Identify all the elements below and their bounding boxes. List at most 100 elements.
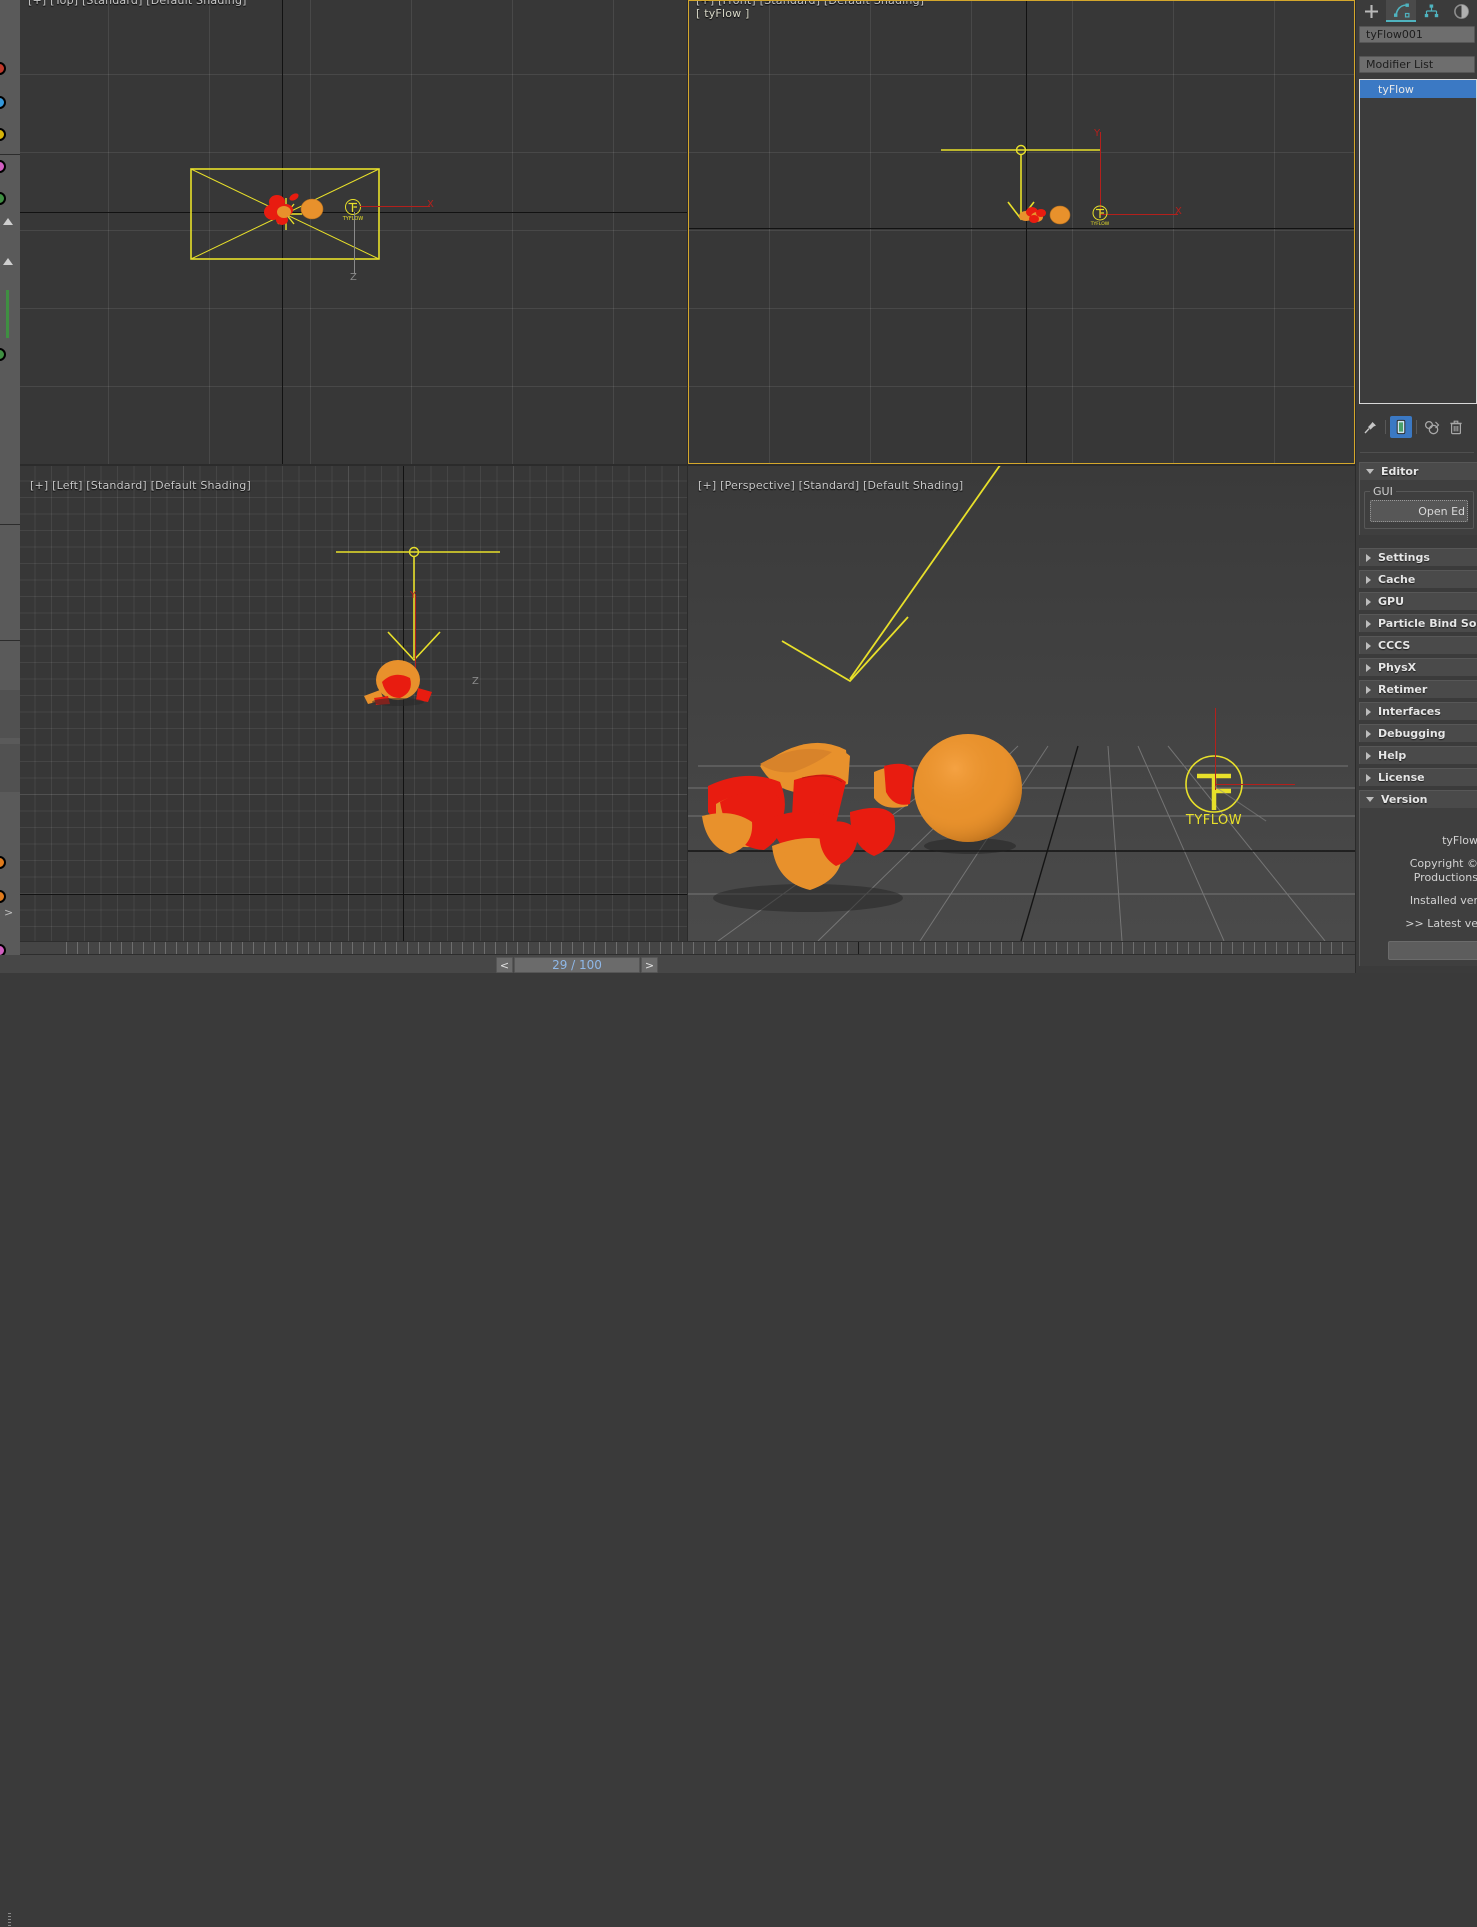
show-end-result-button[interactable]	[1390, 416, 1412, 438]
rollout-particle-bind-solver-header[interactable]: Particle Bind Solve	[1360, 615, 1477, 632]
axis-x-label: X	[427, 199, 434, 210]
color-swatch-green-2[interactable]	[0, 348, 6, 361]
rollout-cache-title: Cache	[1378, 573, 1416, 586]
ribbon-group-b[interactable]	[0, 744, 20, 792]
rollout-help-title: Help	[1378, 749, 1407, 762]
axis-y-line	[1215, 708, 1216, 790]
rollout-editor-body: GUI Open Ed	[1360, 480, 1477, 535]
rollout-debugging-header[interactable]: Debugging	[1360, 725, 1477, 742]
flyout-arrow-icon[interactable]: >	[4, 906, 13, 919]
modifier-stack-item-tyflow[interactable]: tyFlow	[1360, 80, 1476, 98]
frame-counter[interactable]: < 29 / 100 >	[496, 957, 658, 973]
rollout-retimer[interactable]: Retimer	[1359, 680, 1477, 698]
rollout-interfaces-header[interactable]: Interfaces	[1360, 703, 1477, 720]
axis-x-label: X	[1175, 206, 1182, 217]
panel-divider	[1360, 452, 1474, 453]
modifier-stack[interactable]: tyFlow	[1359, 79, 1477, 404]
rollout-retimer-header[interactable]: Retimer	[1360, 681, 1477, 698]
rollout-interfaces[interactable]: Interfaces	[1359, 702, 1477, 720]
rollout-interfaces-title: Interfaces	[1378, 705, 1441, 718]
rollout-editor-header[interactable]: Editor	[1360, 463, 1477, 480]
command-panel: tyFlow001 Modifier List tyFlow Editor GU…	[1355, 0, 1477, 973]
viewport-perspective-label[interactable]: [+] [Perspective] [Standard] [Default Sh…	[698, 479, 963, 492]
rollout-cache[interactable]: Cache	[1359, 570, 1477, 588]
create-tab[interactable]	[1356, 0, 1386, 22]
svg-text:TYFLOW: TYFLOW	[342, 216, 363, 222]
remove-modifier-button[interactable]	[1445, 416, 1467, 438]
rollout-editor-title: Editor	[1381, 465, 1419, 478]
rollout-cccs-header[interactable]: CCCS	[1360, 637, 1477, 654]
object-name-field[interactable]: tyFlow001	[1359, 26, 1475, 43]
rollout-debugging[interactable]: Debugging	[1359, 724, 1477, 742]
rollout-cache-header[interactable]: Cache	[1360, 571, 1477, 588]
rollout-settings[interactable]: Settings	[1359, 548, 1477, 566]
expand-triangle-icon[interactable]	[3, 218, 13, 225]
pin-stack-button[interactable]	[1359, 416, 1381, 438]
viewport-left[interactable]: Y Z [+] [Left] [Standard] [Default Shadi…	[20, 466, 687, 941]
viewport-front-label[interactable]: [+] [Front] [Standard] [Default Shading]	[696, 0, 924, 7]
rollout-gpu[interactable]: GPU	[1359, 592, 1477, 610]
axis-y-line	[1100, 132, 1101, 214]
force-arrow-gizmo[interactable]	[768, 466, 1028, 711]
viewport-top-label[interactable]: [+] [Top] [Standard] [Default Shading]	[28, 0, 247, 7]
rollout-physx[interactable]: PhysX	[1359, 658, 1477, 676]
color-swatch-orange-2[interactable]	[0, 890, 6, 903]
rollout-retimer-title: Retimer	[1378, 683, 1428, 696]
drag-handle[interactable]	[8, 1913, 11, 1927]
color-swatch-orange[interactable]	[0, 856, 6, 869]
viewport-area: TYFLOW X Z [+] [Top] [Standard] [Default…	[20, 0, 1355, 941]
prev-frame-button[interactable]: <	[496, 957, 513, 973]
axis-z-label: Z	[350, 272, 357, 283]
tyflow-logo-gizmo[interactable]: TYFLOW	[342, 198, 364, 222]
rollout-settings-header[interactable]: Settings	[1360, 549, 1477, 566]
svg-text:TYFLOW: TYFLOW	[1185, 813, 1242, 826]
viewport-front[interactable]: Y X TYFLOW [+] [Front] [Standard] [Defau…	[688, 0, 1355, 464]
chevron-right-icon	[1366, 597, 1371, 606]
rollout-help[interactable]: Help	[1359, 746, 1477, 764]
vertical-indicator	[6, 290, 9, 338]
rollout-physx-header[interactable]: PhysX	[1360, 659, 1477, 676]
trash-icon	[1450, 420, 1462, 434]
axis-x-line	[360, 206, 430, 207]
tyflow-logo-gizmo[interactable]: TYFLOW	[1184, 754, 1248, 826]
viewport-top[interactable]: TYFLOW X Z [+] [Top] [Standard] [Default…	[20, 0, 687, 464]
rollout-version[interactable]: Version tyFlow Copyright © Productions I…	[1359, 790, 1477, 966]
version-latest-link[interactable]: >> Latest ve	[1360, 917, 1477, 931]
modifier-list-dropdown[interactable]: Modifier List	[1359, 56, 1475, 73]
motion-tab[interactable]	[1446, 0, 1476, 22]
expand-triangle-icon[interactable]	[3, 258, 13, 265]
viewport-perspective[interactable]: TYFLOW [+] [Perspective] [Standard] [Def…	[688, 466, 1355, 941]
color-swatch-yellow[interactable]	[0, 128, 6, 141]
rollout-help-header[interactable]: Help	[1360, 747, 1477, 764]
ribbon-group-a[interactable]	[0, 690, 20, 738]
viewport-left-label[interactable]: [+] [Left] [Standard] [Default Shading]	[30, 479, 251, 492]
timeline-playhead[interactable]	[858, 942, 859, 954]
rollout-cccs[interactable]: CCCS	[1359, 636, 1477, 654]
open-editor-button[interactable]: Open Ed	[1370, 500, 1468, 522]
color-swatch-blue[interactable]	[0, 96, 6, 109]
rollout-particle-bind-solver[interactable]: Particle Bind Solve	[1359, 614, 1477, 632]
rollout-license[interactable]: License	[1359, 768, 1477, 786]
version-copyright-line1: Copyright ©	[1409, 857, 1477, 870]
rollout-physx-title: PhysX	[1378, 661, 1417, 674]
hierarchy-tab[interactable]	[1416, 0, 1446, 22]
make-unique-button[interactable]	[1421, 416, 1443, 438]
left-ribbon-strip[interactable]: >	[0, 0, 20, 973]
rollout-version-header[interactable]: Version	[1360, 791, 1477, 808]
rollout-editor[interactable]: Editor GUI Open Ed	[1359, 462, 1477, 535]
rollout-license-header[interactable]: License	[1360, 769, 1477, 786]
rollout-version-body: tyFlow Copyright © Productions Installed…	[1360, 808, 1477, 966]
next-frame-button[interactable]: >	[641, 957, 658, 973]
modify-tab[interactable]	[1386, 0, 1416, 22]
color-swatch-green[interactable]	[0, 192, 6, 205]
frame-field[interactable]: 29 / 100	[514, 957, 640, 973]
timeline-ruler[interactable]	[20, 941, 1355, 955]
chevron-right-icon	[1366, 619, 1371, 628]
color-swatch-red[interactable]	[0, 62, 6, 75]
gui-group-label: GUI	[1370, 485, 1396, 498]
version-action-button[interactable]	[1388, 941, 1477, 960]
rollout-particle-bind-solver-title: Particle Bind Solve	[1378, 617, 1477, 630]
rollout-gpu-header[interactable]: GPU	[1360, 593, 1477, 610]
tyflow-logo-gizmo[interactable]: TYFLOW	[1090, 204, 1110, 226]
color-swatch-magenta[interactable]	[0, 160, 6, 173]
